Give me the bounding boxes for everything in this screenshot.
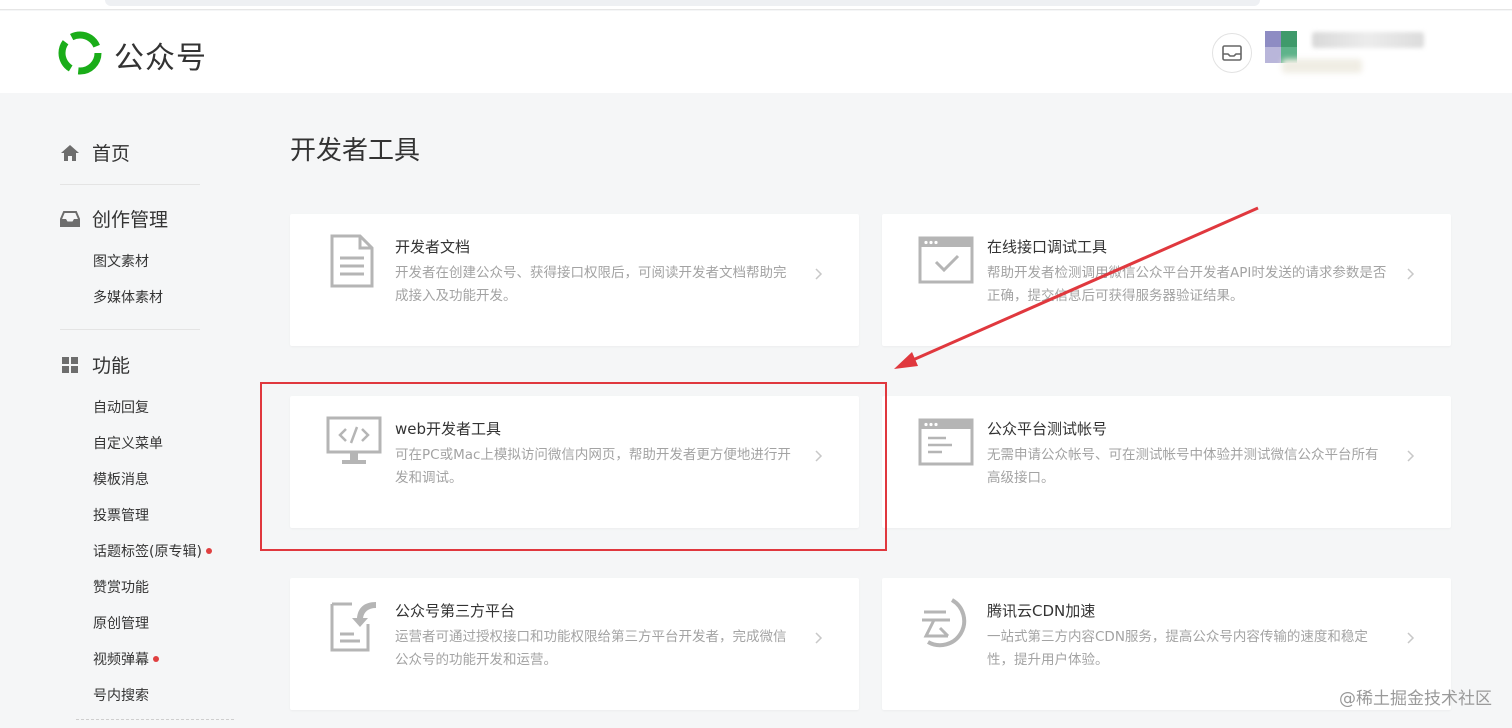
sidebar-item-topic-tags[interactable]: 话题标签(原专辑)	[93, 541, 212, 561]
chevron-right-icon	[1407, 450, 1415, 462]
watermark: @稀土掘金技术社区	[1339, 689, 1492, 709]
sidebar: 首页 创作管理 图文素材 多媒体素材 功能 自动回复 自定义菜单 模板消息 投票…	[0, 93, 240, 728]
chevron-right-icon	[1407, 632, 1415, 644]
document-arrow-icon	[330, 602, 376, 652]
sidebar-item-original-management[interactable]: 原创管理	[93, 613, 149, 633]
chevron-right-icon	[815, 268, 823, 280]
sidebar-item-label: 赞赏功能	[93, 580, 149, 596]
card-description: 无需申请公众帐号、可在测试帐号中体验并测试微信公众平台所有高级接口。	[987, 447, 1379, 486]
sidebar-section-features[interactable]: 功能	[60, 351, 130, 378]
account-info-redacted	[1282, 59, 1362, 73]
card-title: 公众号第三方平台	[395, 602, 516, 620]
sidebar-item-custom-menu[interactable]: 自定义菜单	[93, 433, 163, 453]
mail-icon	[1222, 45, 1242, 61]
card-title: 开发者文档	[395, 238, 471, 256]
document-icon	[330, 234, 374, 288]
top-header: 公众号	[0, 11, 1512, 93]
new-badge-dot	[153, 656, 159, 662]
brand-name[interactable]: 公众号	[114, 33, 207, 77]
new-badge-dot	[205, 548, 212, 554]
card-third-party-platform[interactable]: 公众号第三方平台 运营者可通过授权接口和功能权限给第三方平台开发者，完成微信公众…	[290, 578, 859, 710]
sidebar-section-creation[interactable]: 创作管理	[60, 205, 168, 232]
card-test-account[interactable]: 公众平台测试帐号 无需申请公众帐号、可在测试帐号中体验并测试微信公众平台所有高级…	[882, 396, 1451, 528]
sidebar-item-media[interactable]: 多媒体素材	[93, 287, 163, 307]
sidebar-section-label: 创作管理	[92, 209, 169, 231]
sidebar-section-label: 首页	[92, 143, 131, 165]
sidebar-item-label: 模板消息	[93, 472, 149, 488]
card-title: 公众平台测试帐号	[987, 420, 1108, 438]
chevron-right-icon	[815, 450, 823, 462]
card-web-developer-tools[interactable]: web开发者工具 可在PC或Mac上模拟访问微信内网页，帮助开发者更方便地进行开…	[290, 396, 859, 528]
grid-icon	[62, 356, 78, 373]
sidebar-item-template-message[interactable]: 模板消息	[93, 469, 149, 489]
sidebar-item-label: 视频弹幕	[93, 652, 149, 668]
chevron-right-icon	[1407, 268, 1415, 280]
card-description: 帮助开发者检测调用微信公众平台开发者API时发送的请求参数是否正确，提交信息后可…	[987, 265, 1387, 304]
card-description: 运营者可通过授权接口和功能权限给第三方平台开发者，完成微信公众号的功能开发和运营…	[395, 629, 787, 668]
card-description: 可在PC或Mac上模拟访问微信内网页，帮助开发者更方便地进行开发和调试。	[395, 447, 791, 486]
sidebar-item-vote-management[interactable]: 投票管理	[93, 505, 149, 525]
inbox-icon	[60, 210, 80, 227]
sidebar-item-label: 话题标签(原专辑)	[93, 544, 202, 560]
card-online-api-debug[interactable]: 在线接口调试工具 帮助开发者检测调用微信公众平台开发者API时发送的请求参数是否…	[882, 214, 1451, 346]
wechat-official-accounts-logo[interactable]	[58, 31, 102, 75]
sidebar-item-articles[interactable]: 图文素材	[93, 251, 149, 271]
sidebar-item-label: 图文素材	[93, 254, 149, 270]
card-title: 在线接口调试工具	[987, 238, 1108, 256]
browser-window-icon	[918, 418, 974, 466]
sidebar-item-in-account-search[interactable]: 号内搜索	[93, 685, 149, 705]
browser-check-icon	[918, 236, 974, 284]
sidebar-item-video-danmaku[interactable]: 视频弹幕	[93, 649, 159, 669]
chevron-right-icon	[815, 632, 823, 644]
sidebar-item-label: 原创管理	[93, 616, 149, 632]
monitor-code-icon	[326, 416, 382, 464]
card-developer-docs[interactable]: 开发者文档 开发者在创建公众号、获得接口权限后，可阅读开发者文档帮助完成接入及功…	[290, 214, 859, 346]
sidebar-item-label: 投票管理	[93, 508, 149, 524]
sidebar-section-home[interactable]: 首页	[60, 139, 130, 166]
page-title: 开发者工具	[290, 136, 421, 166]
card-description: 一站式第三方内容CDN服务，提高公众号内容传输的速度和稳定性，提升用户体验。	[987, 629, 1368, 668]
card-title: web开发者工具	[395, 420, 502, 438]
sidebar-item-label: 号内搜索	[93, 688, 149, 704]
browser-address-bar	[0, 0, 1512, 10]
sidebar-divider	[60, 184, 200, 185]
sidebar-item-auto-reply[interactable]: 自动回复	[93, 397, 149, 417]
sidebar-item-reward[interactable]: 赞赏功能	[93, 577, 149, 597]
sidebar-item-label: 多媒体素材	[93, 290, 163, 306]
sidebar-divider	[60, 329, 200, 330]
tencent-cloud-icon	[922, 598, 967, 648]
sidebar-item-label: 自定义菜单	[93, 436, 163, 452]
card-title: 腾讯云CDN加速	[987, 602, 1096, 620]
card-description: 开发者在创建公众号、获得接口权限后，可阅读开发者文档帮助完成接入及功能开发。	[395, 265, 787, 304]
home-icon	[61, 144, 79, 161]
sidebar-item-label: 自动回复	[93, 400, 149, 416]
account-name-redacted[interactable]	[1312, 32, 1424, 48]
mail-button[interactable]	[1212, 33, 1252, 73]
address-bar-track	[105, 0, 1260, 6]
sidebar-section-label: 功能	[92, 355, 131, 377]
sidebar-dashed-divider	[76, 719, 234, 728]
